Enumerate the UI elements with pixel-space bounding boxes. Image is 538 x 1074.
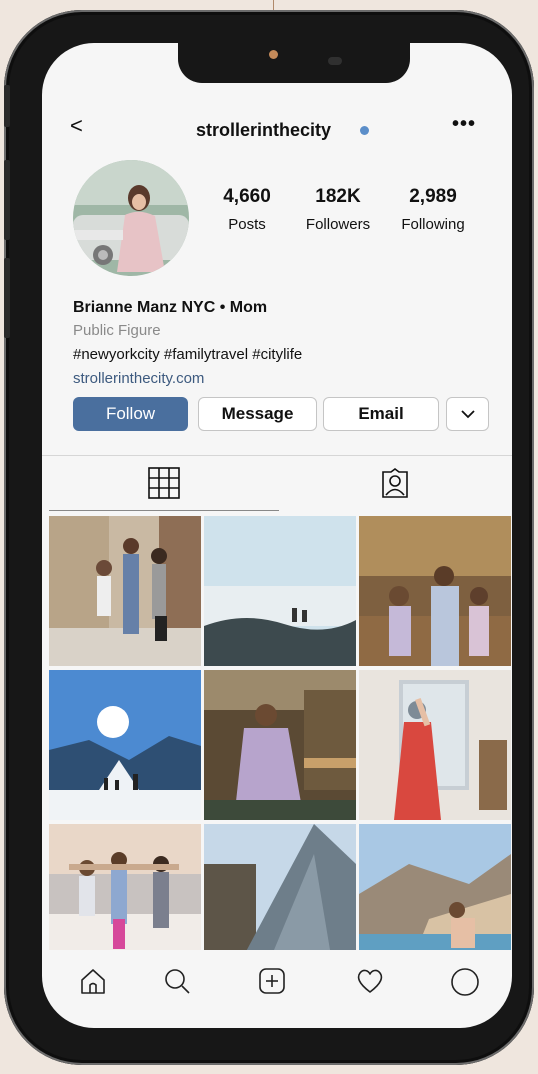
avatar[interactable] bbox=[73, 160, 189, 276]
activity-heart-icon bbox=[357, 969, 383, 993]
follow-button[interactable]: Follow bbox=[73, 397, 188, 431]
posts-stat: 4,660 Posts bbox=[212, 186, 282, 233]
app-screen: < strollerinthecity ••• 4,660 Posts 182K… bbox=[42, 43, 512, 1028]
profile-website-link[interactable]: strollerinthecity.com bbox=[73, 370, 204, 387]
callout-dot bbox=[269, 50, 278, 59]
followers-label: Followers bbox=[305, 216, 371, 233]
suggested-dropdown-button[interactable] bbox=[446, 397, 489, 431]
nav-home[interactable] bbox=[79, 967, 107, 1000]
new-post-icon bbox=[259, 968, 285, 994]
posts-count: 4,660 bbox=[223, 186, 271, 207]
volume-down-button bbox=[4, 258, 10, 338]
posts-label: Posts bbox=[228, 216, 266, 233]
profile-icon bbox=[451, 968, 479, 996]
nav-profile[interactable] bbox=[450, 967, 480, 1002]
message-button[interactable]: Message bbox=[198, 397, 317, 431]
profile-category: Public Figure bbox=[73, 322, 161, 339]
chevron-down-icon bbox=[460, 409, 475, 418]
post-thumbnail[interactable] bbox=[359, 516, 511, 666]
post-thumbnail[interactable] bbox=[49, 824, 201, 950]
search-icon bbox=[165, 969, 190, 994]
phone-frame: < strollerinthecity ••• 4,660 Posts 182K… bbox=[4, 10, 534, 1065]
volume-up-button bbox=[4, 160, 10, 240]
nav-search[interactable] bbox=[163, 967, 191, 1000]
post-thumbnail[interactable] bbox=[359, 670, 511, 820]
notch bbox=[178, 43, 410, 83]
following-label: Following bbox=[401, 216, 465, 233]
tab-tagged[interactable] bbox=[379, 467, 411, 499]
profile-name: Brianne Manz NYC • Mom bbox=[73, 299, 268, 316]
active-tab-indicator bbox=[49, 510, 279, 511]
following-stat[interactable]: 2,989 Following bbox=[390, 186, 476, 233]
tab-grid[interactable] bbox=[148, 467, 180, 499]
post-thumbnail[interactable] bbox=[49, 516, 201, 666]
nav-activity[interactable] bbox=[355, 967, 385, 1000]
mute-switch bbox=[4, 85, 10, 127]
post-thumbnail[interactable] bbox=[204, 516, 356, 666]
profile-username: strollerinthecity bbox=[196, 120, 332, 140]
post-thumbnail[interactable] bbox=[204, 670, 356, 820]
post-thumbnail[interactable] bbox=[204, 824, 356, 950]
nav-new-post[interactable] bbox=[258, 967, 286, 1000]
post-thumbnail[interactable] bbox=[49, 670, 201, 820]
followers-count: 182K bbox=[315, 186, 361, 207]
home-icon bbox=[81, 969, 105, 994]
back-icon[interactable]: < bbox=[70, 113, 83, 139]
profile-hashtags: #newyorkcity #familytravel #citylife bbox=[73, 346, 303, 363]
more-options-icon[interactable]: ••• bbox=[452, 113, 476, 136]
posts-grid bbox=[49, 516, 511, 950]
post-thumbnail[interactable] bbox=[359, 824, 511, 950]
camera bbox=[328, 57, 342, 65]
section-divider bbox=[42, 455, 512, 456]
verified-badge-icon bbox=[360, 126, 369, 135]
followers-stat[interactable]: 182K Followers bbox=[295, 186, 381, 233]
grid-icon bbox=[148, 467, 180, 499]
following-count: 2,989 bbox=[409, 186, 457, 207]
email-button[interactable]: Email bbox=[323, 397, 439, 431]
tagged-icon bbox=[382, 468, 408, 498]
